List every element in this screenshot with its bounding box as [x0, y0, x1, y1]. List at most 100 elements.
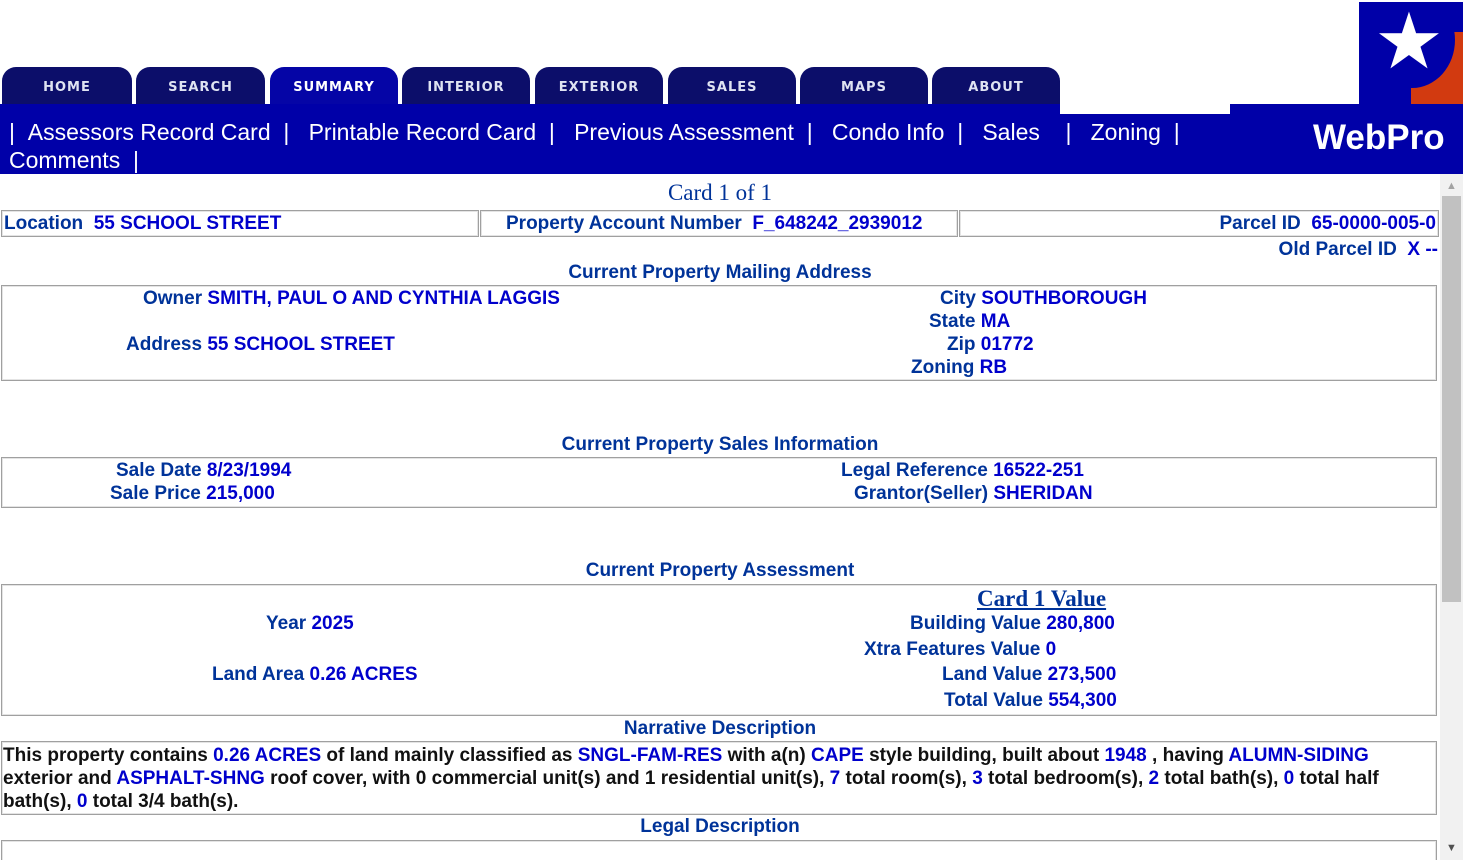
scroll-down-icon[interactable]: ▼	[1440, 838, 1463, 858]
land-area-label: Land Area	[212, 664, 305, 685]
parcel-value: 65-0000-005-0	[1311, 213, 1436, 234]
land-area-field: Land Area 0.26 ACRES	[212, 664, 418, 686]
tab-maps[interactable]: MAPS	[800, 67, 928, 105]
zoning-field: Zoning RB	[911, 357, 1007, 379]
total-value-value: 554,300	[1048, 690, 1117, 711]
address-label: Address	[126, 334, 203, 355]
narrative-fragment: style building, built about	[863, 745, 1105, 766]
page-scrollbar[interactable]: ▲ ▼	[1440, 174, 1463, 860]
narrative-siding: ALUMN-SIDING	[1228, 745, 1369, 766]
nav-assessors-record-card[interactable]: Assessors Record Card	[28, 119, 271, 145]
building-value-value: 280,800	[1046, 613, 1115, 634]
old-parcel-field: Old Parcel ID X --	[1279, 239, 1438, 261]
tab-exterior[interactable]: EXTERIOR	[535, 67, 663, 105]
legal-box	[1, 840, 1437, 860]
legal-reference-label: Legal Reference	[841, 460, 988, 481]
total-value-label: Total Value	[944, 690, 1043, 711]
narrative-fragment: total 3/4 bath(s).	[87, 791, 239, 812]
legal-reference-field: Legal Reference 16522-251	[841, 460, 1084, 482]
nav-separator: |	[9, 119, 15, 145]
grantor-field: Grantor(Seller) SHERIDAN	[854, 483, 1093, 505]
brand-logo[interactable]: ★	[1359, 2, 1463, 104]
xtra-features-field: Xtra Features Value 0	[864, 639, 1056, 661]
tab-about[interactable]: ABOUT	[932, 67, 1060, 105]
nav-separator: |	[806, 119, 813, 145]
old-parcel-label: Old Parcel ID	[1278, 239, 1397, 260]
owner-label: Owner	[143, 288, 203, 309]
legal-section-title: Legal Description	[640, 816, 800, 837]
tab-interior[interactable]: INTERIOR	[402, 67, 530, 105]
building-value-field: Building Value 280,800	[910, 613, 1115, 635]
tab-home[interactable]: HOME	[2, 67, 132, 105]
city-value: SOUTHBOROUGH	[981, 288, 1147, 309]
land-value-field: Land Value 273,500	[942, 664, 1116, 686]
parcel-field: Parcel ID 65-0000-005-0	[1219, 213, 1436, 235]
card-value-title: Card 1 Value	[977, 586, 1106, 612]
narrative-fragment: with a(n)	[722, 745, 812, 766]
owner-field: Owner SMITH, PAUL O AND CYNTHIA LAGGIS	[143, 288, 560, 310]
city-field: City SOUTHBOROUGH	[940, 288, 1147, 310]
address-value: 55 SCHOOL STREET	[207, 334, 395, 355]
nav-separator: |	[283, 119, 290, 145]
sale-price-field: Sale Price 215,000	[110, 483, 275, 505]
narrative-fragment: total bath(s),	[1159, 768, 1284, 789]
site-header: HOME SEARCH SUMMARY INTERIOR EXTERIOR SA…	[0, 0, 1463, 174]
narrative-acres: 0.26 ACRES	[213, 745, 322, 766]
nav-comments[interactable]: Comments	[9, 147, 120, 173]
tab-sales[interactable]: SALES	[668, 67, 796, 105]
narrative-fragment: total room(s),	[840, 768, 973, 789]
nav-separator: |	[132, 147, 139, 173]
address-field: Address 55 SCHOOL STREET	[126, 334, 395, 356]
sale-date-value: 8/23/1994	[206, 460, 292, 481]
scroll-up-icon[interactable]: ▲	[1440, 176, 1463, 196]
narrative-fragment: total bedroom(s),	[982, 768, 1149, 789]
grantor-label: Grantor(Seller)	[854, 483, 989, 504]
nav-separator: |	[1173, 119, 1180, 145]
owner-value: SMITH, PAUL O AND CYNTHIA LAGGIS	[207, 288, 560, 309]
narrative-rooms: 7	[829, 768, 841, 789]
xtra-features-value: 0	[1045, 639, 1057, 660]
narrative-class: SNGL-FAM-RES	[577, 745, 723, 766]
year-field: Year 2025	[266, 613, 354, 635]
land-area-value: 0.26 ACRES	[309, 664, 418, 685]
nav-printable-record-card[interactable]: Printable Record Card	[309, 119, 537, 145]
zip-field: Zip 01772	[947, 334, 1034, 356]
assessment-section-title: Current Property Assessment	[585, 560, 855, 581]
tab-summary[interactable]: SUMMARY	[270, 67, 398, 105]
land-value-value: 273,500	[1047, 664, 1117, 685]
narrative-fragment: , having	[1146, 745, 1229, 766]
card-title: Card 1 of 1	[667, 180, 773, 205]
zoning-label: Zoning	[911, 357, 975, 378]
parcel-label: Parcel ID	[1219, 213, 1301, 234]
land-value-label: Land Value	[942, 664, 1043, 685]
sale-price-label: Sale Price	[110, 483, 201, 504]
location-label: Location	[4, 213, 84, 234]
nav-condo-info[interactable]: Condo Info	[832, 119, 945, 145]
location-value: 55 SCHOOL STREET	[93, 213, 282, 234]
old-parcel-value: X --	[1407, 239, 1438, 260]
state-label: State	[929, 311, 976, 332]
year-value: 2025	[311, 613, 354, 634]
nav-separator: |	[1065, 119, 1072, 145]
mailing-section-title: Current Property Mailing Address	[568, 262, 872, 283]
year-label: Year	[266, 613, 307, 634]
narrative-fragment: This property contains	[3, 745, 214, 766]
nav-sales[interactable]: Sales	[982, 119, 1040, 145]
building-value-label: Building Value	[910, 613, 1041, 634]
narrative-half-baths: 0	[1283, 768, 1295, 789]
city-label: City	[940, 288, 976, 309]
nav-zoning[interactable]: Zoning	[1091, 119, 1161, 145]
scroll-thumb[interactable]	[1442, 196, 1461, 602]
nav-notch	[1060, 104, 1230, 114]
tab-search[interactable]: SEARCH	[136, 67, 265, 105]
narrative-three-quarter-baths: 0	[76, 791, 88, 812]
sale-date-label: Sale Date	[116, 460, 202, 481]
account-label: Property Account Number	[506, 213, 742, 234]
nav-previous-assessment[interactable]: Previous Assessment	[574, 119, 794, 145]
zoning-value: RB	[979, 357, 1008, 378]
narrative-text: This property contains 0.26 ACRES of lan…	[3, 744, 1433, 813]
xtra-features-label: Xtra Features Value	[864, 639, 1041, 660]
narrative-roof: ASPHALT-SHNG	[116, 768, 265, 789]
zip-label: Zip	[947, 334, 976, 355]
star-icon: ★	[1374, 2, 1444, 87]
